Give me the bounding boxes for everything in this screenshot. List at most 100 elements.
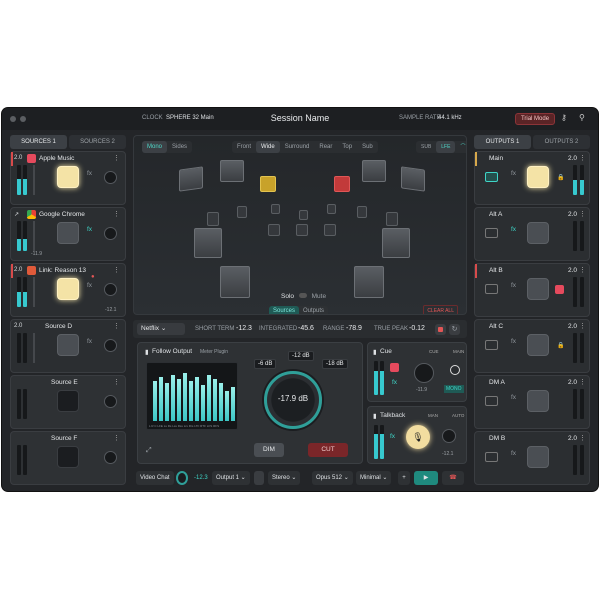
- strip-menu-icon[interactable]: ⋮: [113, 210, 120, 218]
- speaker-far-right[interactable]: [401, 166, 425, 192]
- output-strip-dm-a[interactable]: DM A 2.0 ⋮ fx: [474, 375, 590, 429]
- tab-sources-2[interactable]: SOURCES 2: [69, 135, 126, 149]
- output-config-icon[interactable]: [254, 471, 264, 485]
- pan-knob[interactable]: [104, 451, 117, 464]
- output-strip-main[interactable]: Main 2.0 ⋮ fx 🔒: [474, 151, 590, 205]
- enable-pad[interactable]: [527, 222, 549, 244]
- enable-pad[interactable]: [57, 446, 79, 468]
- speaker-side-right[interactable]: [386, 212, 398, 226]
- tab-front[interactable]: Front: [232, 141, 256, 153]
- volume-fader[interactable]: [33, 333, 35, 363]
- strip-menu-icon[interactable]: ⋮: [113, 266, 120, 274]
- pan-knob[interactable]: [104, 171, 117, 184]
- solo-button[interactable]: Solo: [281, 293, 294, 300]
- talkback-fx-button[interactable]: fx: [390, 433, 395, 440]
- output-select[interactable]: Output 1 ⌄: [212, 471, 250, 485]
- volume-fader[interactable]: [33, 277, 35, 307]
- speaker-top-right[interactable]: [357, 206, 367, 218]
- output-strip-alt-c[interactable]: Alt C 2.0 ⋮ fx 🔒: [474, 319, 590, 373]
- output-strip-alt-b[interactable]: Alt B 2.0 ⋮ fx: [474, 263, 590, 317]
- tab-room-sources[interactable]: Sources: [269, 306, 300, 314]
- reset-icon[interactable]: ↻: [449, 324, 460, 335]
- strip-menu-icon[interactable]: ⋮: [113, 154, 120, 162]
- tab-mono[interactable]: Mono: [142, 141, 168, 153]
- key-icon[interactable]: ⚷: [561, 113, 567, 122]
- source-strip-link-reason[interactable]: 2.0 Link: Reason 13 ⋮ fx ● -12.1: [10, 263, 126, 317]
- strip-menu-icon[interactable]: ⋮: [579, 434, 586, 442]
- follow-toggle-icon[interactable]: ▮: [145, 348, 149, 356]
- sample-rate-value[interactable]: 44.1 kHz: [438, 115, 462, 121]
- codec-select[interactable]: Opus 512 ⌄: [312, 471, 353, 485]
- record-button[interactable]: [435, 324, 446, 335]
- speaker-center-right-active[interactable]: [334, 176, 350, 192]
- strip-menu-icon[interactable]: ⋮: [579, 378, 586, 386]
- expand-icon[interactable]: ⤢: [146, 447, 152, 455]
- output-strip-alt-a[interactable]: Alt A 2.0 ⋮ fx: [474, 207, 590, 261]
- speaker-rear-center[interactable]: [296, 224, 308, 236]
- fx-button[interactable]: fx: [87, 282, 92, 289]
- loudness-source-select[interactable]: Netflix ⌄: [137, 323, 185, 335]
- tab-outputs-2[interactable]: OUTPUTS 2: [533, 135, 590, 149]
- tab-outputs-1[interactable]: OUTPUTS 1: [474, 135, 531, 149]
- speaker-right[interactable]: [362, 160, 386, 182]
- tab-surround[interactable]: Surround: [280, 141, 315, 153]
- strip-menu-icon[interactable]: ⋮: [579, 322, 586, 330]
- hang-up-button[interactable]: ☎: [442, 471, 464, 485]
- speaker-side-left[interactable]: [207, 212, 219, 226]
- fx-button[interactable]: fx: [511, 450, 516, 457]
- cue-fx-button[interactable]: fx: [392, 379, 397, 386]
- clear-all-button[interactable]: CLEAR ALL: [423, 305, 458, 314]
- fx-button[interactable]: fx: [511, 338, 516, 345]
- add-user-icon[interactable]: +: [398, 471, 410, 485]
- subwoofer-right[interactable]: [354, 266, 384, 298]
- enable-pad[interactable]: [527, 334, 549, 356]
- source-strip-apple-music[interactable]: 2.0 Apple Music ⋮ fx: [10, 151, 126, 205]
- lock-icon[interactable]: 🔒: [557, 174, 564, 181]
- speaker-surround-right[interactable]: [382, 228, 410, 258]
- talkback-mode-man[interactable]: MAN: [428, 413, 438, 418]
- tab-top[interactable]: Top: [337, 141, 357, 153]
- main-volume-knob[interactable]: -17.9 dB: [264, 371, 322, 429]
- volume-fader[interactable]: [33, 165, 35, 195]
- enable-pad[interactable]: [527, 278, 549, 300]
- pan-knob[interactable]: [104, 395, 117, 408]
- strip-menu-icon[interactable]: ⋮: [113, 378, 120, 386]
- tab-sub[interactable]: Sub: [357, 141, 378, 153]
- cue-toggle-icon[interactable]: ▮: [373, 348, 377, 356]
- enable-pad[interactable]: [57, 222, 79, 244]
- cue-volume-knob[interactable]: [414, 363, 434, 383]
- dim-button[interactable]: DIM: [254, 443, 284, 457]
- enable-pad[interactable]: [57, 334, 79, 356]
- microphone-button[interactable]: 🎙: [406, 425, 430, 449]
- enable-pad[interactable]: [527, 166, 549, 188]
- speaker-center-left-active[interactable]: [260, 176, 276, 192]
- source-strip-source-f[interactable]: Source F ⋮: [10, 431, 126, 485]
- clock-value[interactable]: SPHERE 32 Main: [166, 115, 214, 121]
- talkback-toggle-icon[interactable]: ▮: [373, 412, 377, 420]
- speaker-far-left[interactable]: [179, 166, 203, 192]
- tab-rear[interactable]: Rear: [314, 141, 337, 153]
- speaker-top-left[interactable]: [237, 206, 247, 218]
- mute-button[interactable]: Mute: [312, 293, 326, 300]
- external-link-icon[interactable]: ↗: [14, 211, 19, 218]
- video-chat-knob[interactable]: [176, 471, 188, 485]
- fx-button[interactable]: fx: [511, 282, 516, 289]
- format-select[interactable]: Stereo ⌄: [268, 471, 301, 485]
- source-strip-source-e[interactable]: Source E ⋮: [10, 375, 126, 429]
- fx-button[interactable]: fx: [511, 226, 516, 233]
- strip-menu-icon[interactable]: ⋮: [579, 210, 586, 218]
- cut-button[interactable]: CUT: [308, 443, 348, 457]
- tab-lfe[interactable]: LFE: [436, 141, 456, 153]
- speaker-top-center-left[interactable]: [271, 204, 280, 214]
- pan-knob[interactable]: [104, 283, 117, 296]
- enable-pad[interactable]: [57, 166, 79, 188]
- fx-button[interactable]: fx: [87, 170, 92, 177]
- trial-mode-button[interactable]: Trial Mode: [515, 113, 555, 125]
- pin-icon[interactable]: ⚲: [579, 113, 585, 122]
- source-strip-source-d[interactable]: 2.0 Source D ⋮ fx: [10, 319, 126, 373]
- cue-mode-cue[interactable]: CUE: [429, 349, 439, 354]
- enable-pad[interactable]: [527, 446, 549, 468]
- enable-pad[interactable]: [527, 390, 549, 412]
- meter-plugin-select[interactable]: Meter Plugin: [200, 349, 228, 355]
- speaker-top-center-right[interactable]: [327, 204, 336, 214]
